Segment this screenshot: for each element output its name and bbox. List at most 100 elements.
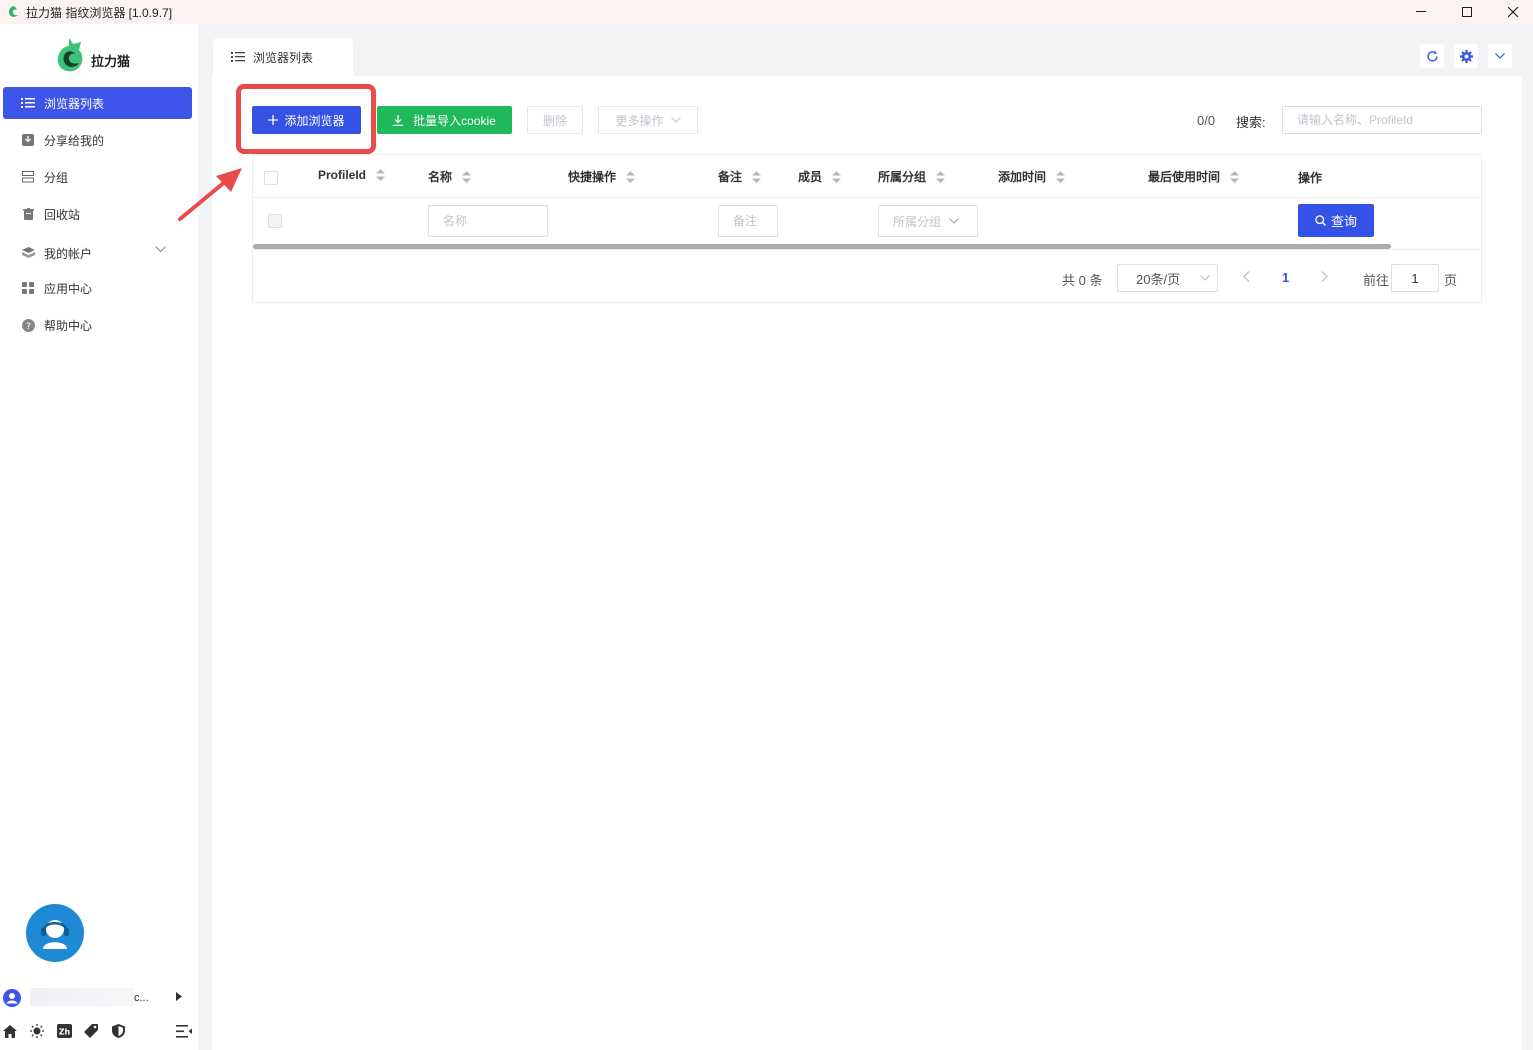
account-icon	[21, 246, 35, 260]
language-zh-icon: Zh	[56, 1024, 72, 1038]
window-title: 拉力猫 指纹浏览器 [1.0.9.7]	[26, 5, 173, 20]
chevron-down-icon	[1200, 275, 1210, 281]
column-header-remark[interactable]: 备注	[718, 168, 762, 185]
svg-text:Zh: Zh	[58, 1028, 70, 1037]
sidebar-item-recycle-bin[interactable]: 回收站	[3, 198, 192, 230]
close-window-button[interactable]	[1490, 0, 1533, 24]
column-header-group[interactable]: 所属分组	[878, 168, 946, 185]
minimize-button[interactable]	[1398, 0, 1444, 24]
gear-icon	[1459, 49, 1473, 63]
query-button[interactable]: 查询	[1298, 204, 1374, 237]
annotation-arrow-icon	[178, 168, 242, 221]
selection-count: 0/0	[1197, 113, 1216, 128]
column-header-members[interactable]: 成员	[798, 168, 842, 185]
caret-right-icon	[176, 992, 182, 1001]
user-avatar-icon	[3, 989, 21, 1007]
sidebar-item-shared[interactable]: 分享给我的	[3, 124, 192, 156]
sort-icon	[462, 170, 472, 183]
group-icon	[21, 170, 35, 184]
sidebar-item-label: 浏览器列表	[44, 96, 105, 111]
bottom-toolbar: Zh	[0, 1022, 198, 1044]
cat-logo-icon	[57, 38, 83, 72]
pagination: 共 0 条 20条/页 1 前往 页	[253, 249, 1481, 303]
sidebar-item-app-center[interactable]: 应用中心	[3, 272, 192, 304]
page-suffix: 页	[1444, 273, 1458, 288]
search-label: 搜索:	[1236, 115, 1266, 130]
tag-icon	[84, 1024, 98, 1038]
app-logo-icon	[9, 6, 18, 17]
column-header-profileid[interactable]: ProfileId	[318, 168, 386, 182]
sidebar-item-group[interactable]: 分组	[3, 161, 192, 193]
logo: 拉力猫	[55, 36, 130, 74]
group-filter-select[interactable]: 所属分组	[878, 205, 978, 237]
prev-page-icon[interactable]	[1243, 271, 1250, 282]
select-all-checkbox[interactable]	[264, 171, 278, 185]
delete-label: 删除	[542, 113, 567, 128]
delete-button[interactable]: 删除	[527, 106, 583, 134]
tab-label: 浏览器列表	[253, 50, 314, 65]
remark-filter-input[interactable]	[718, 205, 778, 237]
column-header-name[interactable]: 名称	[428, 168, 472, 185]
column-label: 操作	[1298, 171, 1323, 185]
next-page-icon[interactable]	[1321, 271, 1328, 282]
sidebar: 拉力猫 浏览器列表 分享给我的 分组 回收站 我的帐户 应用中心 ? 帮助中心 …	[0, 24, 198, 1050]
list-icon	[231, 52, 245, 62]
column-header-added-time[interactable]: 添加时间	[998, 168, 1066, 185]
sort-icon	[936, 170, 946, 183]
sun-icon	[30, 1024, 44, 1038]
chevron-down-icon	[949, 218, 959, 224]
sidebar-item-label: 分组	[44, 170, 69, 185]
apps-icon	[21, 281, 35, 295]
column-header-quick-actions[interactable]: 快捷操作	[568, 168, 636, 185]
column-label: 成员	[798, 170, 823, 184]
row-checkbox[interactable]	[268, 214, 282, 228]
maximize-button[interactable]	[1444, 0, 1490, 24]
sidebar-item-label: 帮助中心	[44, 318, 93, 333]
language-button[interactable]: Zh	[55, 1022, 73, 1040]
page-size-select[interactable]: 20条/页	[1117, 264, 1218, 292]
sort-icon	[832, 170, 842, 183]
more-actions-dropdown[interactable]: 更多操作	[598, 106, 698, 134]
download-icon	[21, 133, 35, 147]
column-label: ProfileId	[318, 168, 367, 182]
search-input[interactable]	[1282, 106, 1482, 134]
table-header: ProfileId 名称 快捷操作 备注 成员 所属分组 添加时间 最后使用时间…	[253, 155, 1481, 198]
sidebar-item-browser-list[interactable]: 浏览器列表	[3, 87, 192, 119]
name-filter-input[interactable]	[428, 205, 548, 237]
headset-agent-icon	[41, 920, 69, 949]
settings-button[interactable]	[1454, 44, 1478, 68]
download-icon	[393, 114, 404, 126]
window-titlebar: 拉力猫 指纹浏览器 [1.0.9.7]	[0, 0, 1533, 24]
refresh-button[interactable]	[1420, 44, 1444, 68]
current-page[interactable]: 1	[1282, 270, 1289, 285]
column-label: 所属分组	[878, 170, 927, 184]
sidebar-item-label: 应用中心	[44, 281, 93, 296]
collapse-sidebar-button[interactable]	[175, 1022, 193, 1040]
theme-button[interactable]	[28, 1022, 46, 1040]
column-header-last-used[interactable]: 最后使用时间	[1148, 168, 1240, 185]
minimize-icon	[1415, 11, 1426, 12]
sidebar-item-my-account[interactable]: 我的帐户	[3, 237, 192, 269]
search-icon	[1315, 215, 1326, 226]
user-profile-row[interactable]: c...	[0, 986, 198, 1010]
sort-icon	[376, 169, 386, 181]
username-redacted	[30, 988, 134, 1006]
sidebar-item-help-center[interactable]: ? 帮助中心	[3, 309, 192, 341]
group-filter-label: 所属分组	[893, 214, 942, 229]
home-button[interactable]	[1, 1022, 19, 1040]
column-label: 备注	[718, 170, 743, 184]
chevron-down-icon	[155, 246, 166, 253]
shield-icon	[111, 1024, 125, 1038]
tab-browser-list[interactable]: 浏览器列表	[213, 38, 353, 76]
tag-button[interactable]	[82, 1022, 100, 1040]
goto-page-input[interactable]	[1391, 264, 1439, 292]
page-size-label: 20条/页	[1136, 271, 1181, 287]
security-button[interactable]	[109, 1022, 127, 1040]
tab-dropdown-button[interactable]	[1488, 44, 1512, 68]
customer-support-button[interactable]	[26, 904, 84, 962]
goto-label: 前往	[1363, 273, 1390, 288]
close-icon	[1507, 6, 1518, 17]
import-cookie-label: 批量导入cookie	[413, 113, 496, 128]
import-cookie-button[interactable]: 批量导入cookie	[377, 106, 512, 134]
sidebar-item-label: 我的帐户	[44, 246, 93, 261]
